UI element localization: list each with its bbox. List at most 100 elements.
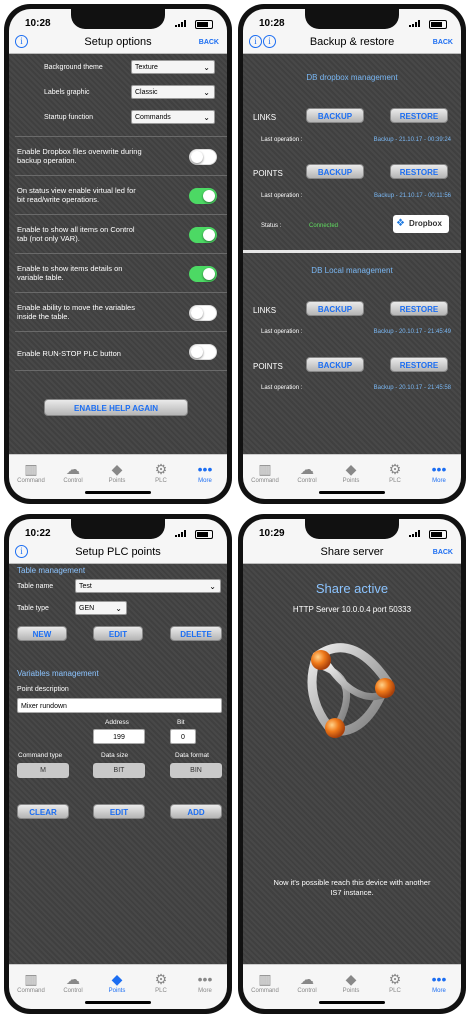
links-label: LINKS	[253, 113, 277, 122]
more-icon: •••	[431, 461, 447, 477]
tab-control[interactable]: ☁ Control	[285, 461, 329, 484]
tab-command[interactable]: ▥ Command	[9, 461, 53, 484]
tab-bar: ▥ Command ☁ Control ◆ Points ⚙ PLC ••• More	[9, 454, 227, 499]
command-type-value[interactable]: M	[17, 763, 69, 778]
bg-theme-select[interactable]: Texture ⌄	[131, 60, 215, 74]
dropbox-button[interactable]: ❖ Dropbox	[393, 215, 449, 233]
startup-function-select[interactable]: Commands ⌄	[131, 110, 215, 124]
toggle-show-all-items[interactable]	[189, 227, 217, 243]
table-type-label: Table type	[17, 605, 49, 612]
status-time: 10:28	[259, 18, 285, 29]
tab-label: PLC	[389, 988, 401, 994]
enable-help-button[interactable]: ENABLE HELP AGAIN	[44, 399, 188, 416]
gear-icon: ⚙	[388, 971, 402, 987]
dropbox-links-restore-button[interactable]: RESTORE	[390, 108, 448, 123]
tab-more[interactable]: ••• More	[417, 461, 461, 484]
tab-plc[interactable]: ⚙ PLC	[373, 971, 417, 994]
status-time: 10:22	[25, 528, 51, 539]
toggle-knob	[203, 268, 215, 280]
local-links-last-op: Backup - 20.10.17 - 21:45:49	[373, 329, 451, 335]
edit-variable-button[interactable]: EDIT	[93, 804, 145, 819]
tab-command[interactable]: ▥ Command	[9, 971, 53, 994]
table-name-select[interactable]: Test ⌄	[75, 579, 221, 593]
data-format-value[interactable]: BIN	[170, 763, 222, 778]
tab-control[interactable]: ☁ Control	[51, 971, 95, 994]
tab-label: Control	[63, 988, 83, 994]
table-type-select[interactable]: GEN ⌄	[75, 601, 127, 615]
toggle-virtual-led[interactable]	[189, 188, 217, 204]
more-icon: •••	[431, 971, 447, 987]
local-points-backup-button[interactable]: BACKUP	[306, 357, 364, 372]
dropbox-points-backup-button[interactable]: BACKUP	[306, 164, 364, 179]
local-links-restore-button[interactable]: RESTORE	[390, 301, 448, 316]
tab-command[interactable]: ▥ Command	[243, 971, 287, 994]
home-indicator	[85, 1001, 151, 1004]
data-size-value[interactable]: BIT	[93, 763, 145, 778]
local-links-backup-button[interactable]: BACKUP	[306, 301, 364, 316]
share-message: Now it's possible reach this device with…	[273, 878, 431, 897]
edit-table-button[interactable]: EDIT	[93, 626, 143, 641]
option-dropbox-overwrite: Enable Dropbox files overwrite during ba…	[17, 147, 142, 165]
back-button[interactable]: BACK	[433, 549, 453, 556]
tab-plc[interactable]: ⚙ PLC	[373, 461, 417, 484]
last-operation-label: Last operation :	[261, 329, 303, 335]
tab-label: Points	[342, 988, 360, 994]
divider	[15, 370, 227, 371]
tab-label: Command	[251, 478, 279, 484]
last-operation-label: Last operation :	[261, 137, 303, 143]
tab-plc[interactable]: ⚙ PLC	[139, 461, 183, 484]
dropbox-links-last-op: Backup - 21.10.17 - 00:39:24	[373, 137, 451, 143]
battery-icon	[195, 20, 213, 29]
address-label: Address	[105, 719, 129, 726]
tab-points[interactable]: ◆ Points	[95, 461, 139, 484]
phone-setup-options: 10:28 i Setup options BACK Background th…	[4, 4, 232, 504]
back-button[interactable]: BACK	[433, 39, 453, 46]
tab-label: Points	[108, 478, 126, 484]
new-table-button[interactable]: NEW	[17, 626, 67, 641]
tab-label: Control	[63, 478, 83, 484]
toggle-run-stop[interactable]	[189, 344, 217, 360]
point-description-input[interactable]: Mixer rundown	[17, 698, 222, 713]
local-points-restore-button[interactable]: RESTORE	[390, 357, 448, 372]
tab-more[interactable]: ••• More	[417, 971, 461, 994]
option-items-details: Enable to show items details on variable…	[17, 264, 123, 282]
toggle-move-variables[interactable]	[189, 305, 217, 321]
tab-bar: ▥ Command ☁ Control ◆ Points ⚙ PLC ••• More	[243, 964, 461, 1009]
divider	[15, 214, 227, 215]
server-address: HTTP Server 10.0.0.4 port 50333	[292, 605, 412, 614]
battery-icon	[429, 20, 447, 29]
delete-table-button[interactable]: DELETE	[170, 626, 222, 641]
tab-points[interactable]: ◆ Points	[329, 971, 373, 994]
tab-control[interactable]: ☁ Control	[285, 971, 329, 994]
tab-more[interactable]: ••• More	[183, 461, 227, 484]
tab-bar: ▥ Command ☁ Control ◆ Points ⚙ PLC ••• More	[9, 964, 227, 1009]
gear-icon: ⚙	[388, 461, 402, 477]
links-label: LINKS	[253, 306, 277, 315]
clear-button[interactable]: CLEAR	[17, 804, 69, 819]
command-icon: ▥	[24, 971, 38, 987]
tab-more[interactable]: ••• More	[183, 971, 227, 994]
bit-input[interactable]: 0	[170, 729, 196, 744]
toggle-knob	[203, 229, 215, 241]
dropbox-points-restore-button[interactable]: RESTORE	[390, 164, 448, 179]
screen: 10:28 i i Backup & restore BACK DB dropb…	[243, 9, 461, 499]
gear-icon: ⚙	[154, 971, 168, 987]
page-title: Share server	[320, 546, 384, 558]
address-input[interactable]: 199	[93, 729, 145, 744]
labels-graphic-select[interactable]: Classic ⌄	[131, 85, 215, 99]
option-move-variables: Enable ability to move the variables ins…	[17, 303, 135, 321]
tab-command[interactable]: ▥ Command	[243, 461, 287, 484]
toggle-items-details[interactable]	[189, 266, 217, 282]
tab-points[interactable]: ◆ Points	[95, 971, 139, 994]
dropbox-links-backup-button[interactable]: BACKUP	[306, 108, 364, 123]
tab-points[interactable]: ◆ Points	[329, 461, 373, 484]
tab-plc[interactable]: ⚙ PLC	[139, 971, 183, 994]
toggle-knob	[191, 151, 203, 163]
tab-label: More	[432, 988, 446, 994]
toggle-dropbox-overwrite[interactable]	[189, 149, 217, 165]
backup-content: DB dropbox management LINKS BACKUP RESTO…	[243, 54, 461, 455]
tab-control[interactable]: ☁ Control	[51, 461, 95, 484]
back-button[interactable]: BACK	[199, 39, 219, 46]
cloud-icon: ☁	[300, 971, 314, 987]
add-button[interactable]: ADD	[170, 804, 222, 819]
